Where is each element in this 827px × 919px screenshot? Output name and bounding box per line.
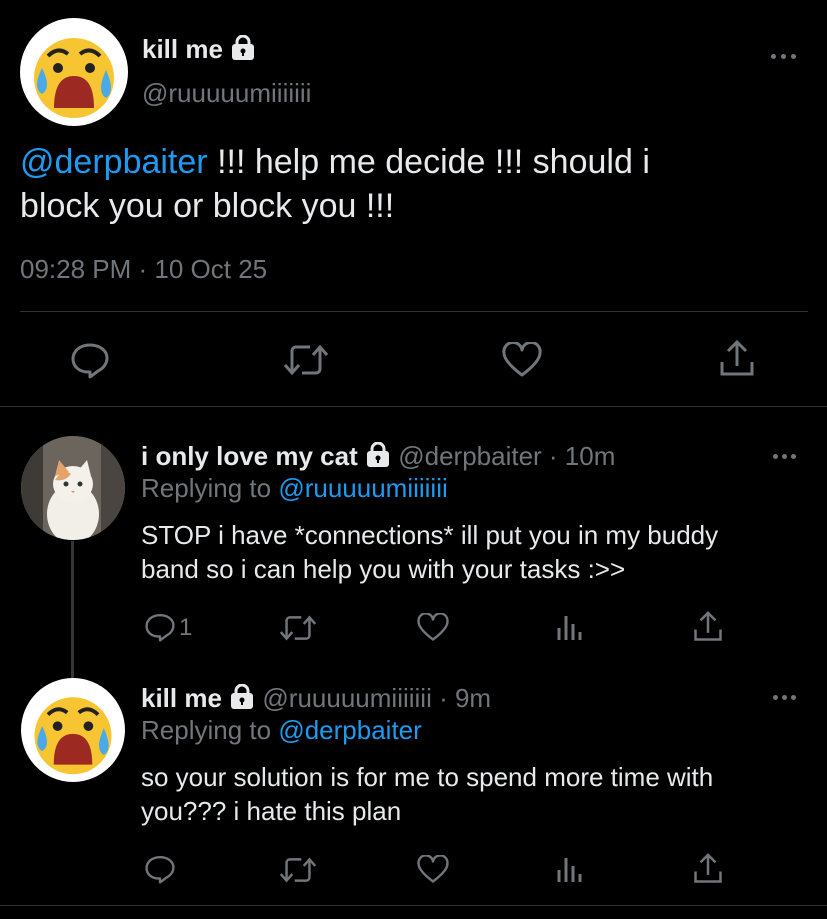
reply1-replying-row: Replying to @ruuuuumiiiiiii: [141, 473, 448, 504]
share-icon[interactable]: [719, 340, 755, 378]
reply-icon[interactable]: [70, 341, 110, 379]
reply1-replying-to-link[interactable]: @ruuuuumiiiiiii: [278, 473, 447, 503]
reply1-display-name[interactable]: i only love my cat: [141, 441, 358, 471]
reply1-text: STOP i have *connections* ill put you in…: [141, 518, 821, 586]
more-icon[interactable]: [773, 693, 799, 701]
crying-face-emoji: [34, 697, 112, 775]
lock-icon: [365, 441, 391, 475]
reply1-text-line1: STOP i have *connections* ill put you in…: [141, 520, 719, 550]
reply2-time[interactable]: · 9m: [432, 683, 491, 713]
reply2-text-line2: you??? i hate this plan: [141, 796, 402, 826]
share-icon[interactable]: [693, 611, 723, 643]
lock-icon: [230, 34, 256, 68]
main-handle[interactable]: @ruuuuumiiiiiii: [142, 78, 311, 109]
main-display-name-row[interactable]: kill me: [142, 34, 256, 68]
reply2-display-name[interactable]: kill me: [141, 683, 222, 713]
reply2-text: so your solution is for me to spend more…: [141, 760, 821, 828]
reply1-header: i only love my cat @derpbaiter · 10m: [141, 441, 615, 475]
reply2-header: kill me @ruuuuumiiiiiii · 9m: [141, 683, 491, 717]
avatar-cat[interactable]: [21, 436, 125, 540]
divider: [0, 406, 827, 407]
main-text-line1: !!! help me decide !!! should i: [207, 143, 650, 181]
like-icon[interactable]: [417, 613, 449, 642]
main-tweet-text: @derpbaiter !!! help me decide !!! shoul…: [20, 140, 810, 228]
crying-face-emoji: [34, 38, 114, 118]
reply2-handle[interactable]: @ruuuuumiiiiiii: [262, 683, 431, 713]
main-text-line2: block you or block you !!!: [20, 187, 395, 225]
retweet-icon[interactable]: [280, 856, 316, 884]
main-display-name[interactable]: kill me: [142, 34, 223, 64]
retweet-icon[interactable]: [280, 614, 316, 642]
retweet-icon[interactable]: [284, 343, 328, 377]
avatar-reply2[interactable]: [21, 678, 125, 782]
analytics-icon[interactable]: [556, 612, 584, 642]
reply1-reply-count: 1: [179, 614, 193, 641]
divider: [20, 311, 808, 312]
like-icon[interactable]: [502, 342, 542, 378]
main-timestamp[interactable]: 09:28 PM · 10 Oct 25: [20, 254, 267, 285]
reply-icon[interactable]: [144, 612, 176, 642]
divider: [0, 905, 827, 906]
reply1-handle[interactable]: @derpbaiter: [398, 441, 541, 471]
replying-to-label: Replying to: [141, 715, 279, 745]
thread-line: [71, 541, 74, 679]
reply-icon[interactable]: [144, 854, 176, 884]
reply2-text-line1: so your solution is for me to spend more…: [141, 762, 714, 792]
mention-link[interactable]: @derpbaiter: [20, 143, 208, 181]
reply2-replying-row: Replying to @derpbaiter: [141, 715, 422, 746]
cat-photo: [21, 436, 125, 540]
reply1-text-line2: band so i can help you with your tasks :…: [141, 554, 626, 584]
share-icon[interactable]: [693, 853, 723, 885]
lock-icon: [229, 683, 255, 717]
like-icon[interactable]: [417, 855, 449, 884]
avatar-main[interactable]: [20, 18, 128, 126]
more-icon[interactable]: [771, 52, 797, 60]
more-icon[interactable]: [773, 452, 799, 460]
replying-to-label: Replying to: [141, 473, 279, 503]
reply1-time[interactable]: · 10m: [542, 441, 615, 471]
reply2-replying-to-link[interactable]: @derpbaiter: [278, 715, 421, 745]
analytics-icon[interactable]: [556, 854, 584, 884]
